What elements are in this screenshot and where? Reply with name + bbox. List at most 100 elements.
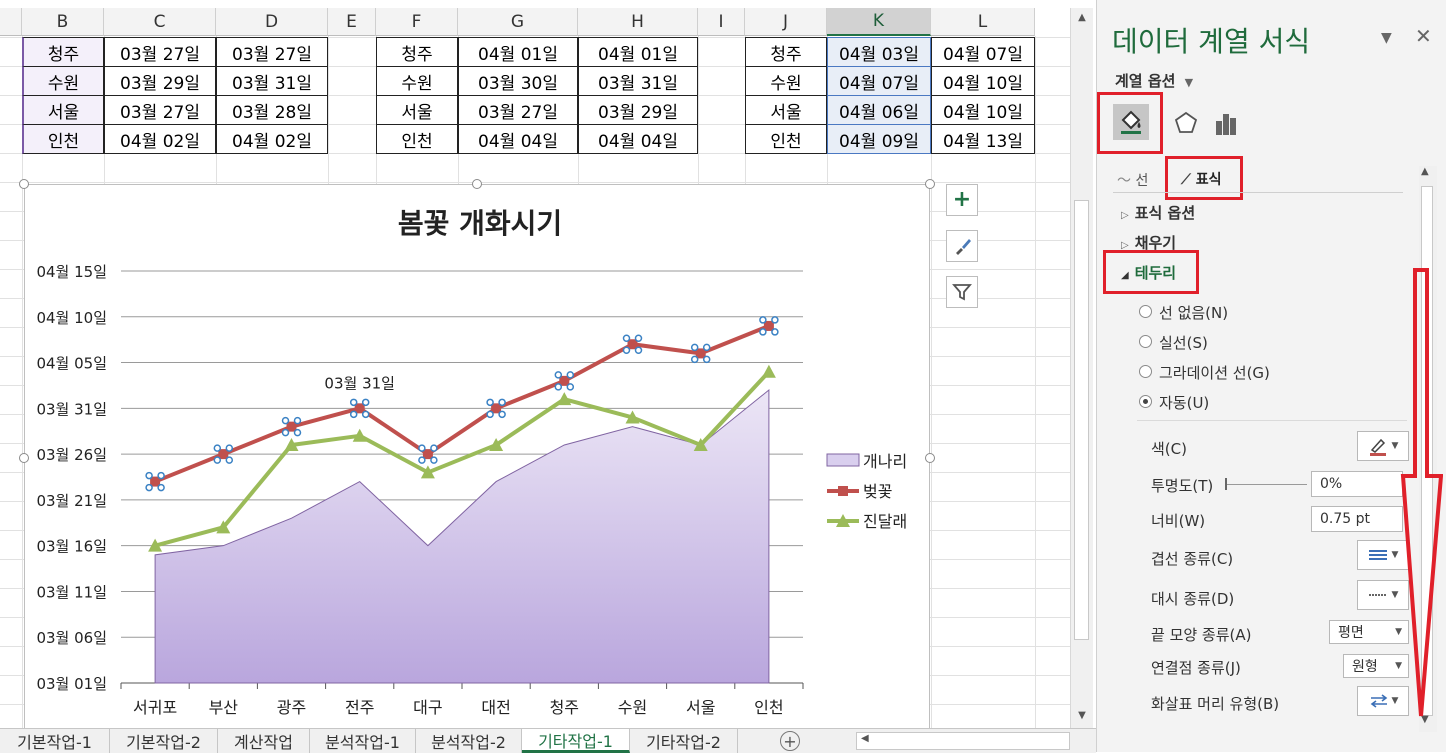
date-cell[interactable]: 04월 06일: [827, 95, 931, 125]
line-subtab[interactable]: 〜 선: [1117, 170, 1148, 190]
date-cell[interactable]: 04월 04일: [578, 124, 698, 154]
date-cell[interactable]: 03월 30일: [458, 66, 578, 96]
x-tick-label: 청주: [550, 698, 579, 717]
chart-styles-button[interactable]: [946, 230, 978, 262]
radio-icon[interactable]: [1139, 305, 1152, 318]
date-cell[interactable]: 03월 31일: [578, 66, 698, 96]
chart-area[interactable]: 봄꽃 개화시기 04월 15일 04월 10일 04월 05일 03월 31일 03월 2…: [24, 184, 930, 728]
chart-resize-handle[interactable]: [925, 179, 935, 189]
date-cell[interactable]: 04월 01일: [458, 37, 578, 67]
series-options-label: 계열 옵션: [1115, 72, 1176, 90]
red-down-arrow-annotation: [1400, 268, 1443, 717]
chart-resize-handle[interactable]: [472, 179, 482, 189]
date-cell[interactable]: 03월 29일: [578, 95, 698, 125]
dropdown-chevron-icon: ▼: [1184, 76, 1194, 89]
point-handle: [486, 398, 494, 407]
sheet-tab[interactable]: 분석작업-1: [310, 729, 416, 753]
date-cell[interactable]: 03월 27일: [458, 95, 578, 125]
date-cell[interactable]: 03월 27일: [104, 37, 216, 67]
date-cell[interactable]: 04월 02일: [216, 124, 328, 154]
point-handle: [566, 383, 575, 391]
column-header-d[interactable]: D: [216, 8, 328, 36]
scroll-down-arrow-icon[interactable]: ▼: [1075, 710, 1089, 724]
row-label-cell[interactable]: 수원: [22, 66, 104, 96]
date-cell[interactable]: 04월 10일: [931, 95, 1035, 125]
transparency-input[interactable]: 0%: [1311, 471, 1403, 497]
row-label-cell[interactable]: 청주: [745, 37, 827, 67]
row-label-cell[interactable]: 서울: [22, 95, 104, 125]
column-header-c[interactable]: C: [104, 8, 216, 36]
chart-elements-button[interactable]: +: [946, 184, 978, 216]
row-label-cell[interactable]: 청주: [376, 37, 458, 67]
date-cell[interactable]: 03월 31일: [216, 66, 328, 96]
date-cell[interactable]: 04월 13일: [931, 124, 1035, 154]
chart-resize-handle[interactable]: [19, 453, 29, 463]
column-header-b[interactable]: B: [22, 8, 104, 36]
horizontal-scrollbar[interactable]: ◀: [856, 732, 1070, 750]
sheet-tab[interactable]: 기본작업-1: [0, 729, 110, 753]
date-cell[interactable]: 04월 01일: [578, 37, 698, 67]
scroll-left-arrow-icon[interactable]: ◀: [861, 733, 869, 744]
row-label-cell[interactable]: 수원: [745, 66, 827, 96]
scroll-thumb[interactable]: [1074, 200, 1089, 640]
column-header-j[interactable]: J: [745, 8, 827, 36]
date-cell[interactable]: 03월 28일: [216, 95, 328, 125]
date-cell[interactable]: 04월 02일: [104, 124, 216, 154]
date-cell[interactable]: 04월 07일: [931, 37, 1035, 67]
series-options-tab[interactable]: [1209, 106, 1243, 140]
date-cell[interactable]: 04월 04일: [458, 124, 578, 154]
point-handle: [293, 416, 302, 425]
row-label-cell[interactable]: 인천: [22, 124, 104, 154]
chart-filters-button[interactable]: [946, 276, 978, 308]
column-header-g[interactable]: G: [458, 8, 578, 36]
date-cell[interactable]: 04월 07일: [827, 66, 931, 96]
radio-icon[interactable]: [1139, 365, 1152, 378]
scroll-up-arrow-icon[interactable]: ▲: [1421, 166, 1429, 177]
date-cell[interactable]: 03월 29일: [104, 66, 216, 96]
column-header-e[interactable]: E: [328, 8, 376, 36]
chart-resize-handle[interactable]: [19, 179, 29, 189]
effects-tab[interactable]: [1169, 106, 1203, 140]
scroll-up-arrow-icon[interactable]: ▲: [1075, 12, 1089, 26]
row-label-cell[interactable]: 서울: [376, 95, 458, 125]
date-cell[interactable]: 03월 27일: [216, 37, 328, 67]
sheet-tab[interactable]: 기타작업-1: [522, 729, 630, 753]
radio-icon[interactable]: [1139, 395, 1152, 408]
fill-line-tab[interactable]: [1113, 104, 1149, 140]
marker-subtab[interactable]: ⟋ 표식: [1181, 169, 1221, 189]
paint-bucket-icon: [1121, 110, 1141, 134]
chart-resize-handle[interactable]: [925, 453, 935, 463]
series-options-dropdown[interactable]: 계열 옵션 ▼: [1115, 70, 1193, 91]
sheet-tab[interactable]: 기본작업-2: [110, 729, 218, 753]
date-cell[interactable]: 03월 27일: [104, 95, 216, 125]
radio-icon[interactable]: [1139, 335, 1152, 348]
row-label-cell[interactable]: 청주: [22, 37, 104, 67]
point-handle: [690, 355, 699, 364]
row-label-cell[interactable]: 인천: [745, 124, 827, 154]
date-cell[interactable]: 04월 09일: [827, 124, 931, 154]
column-header-f[interactable]: F: [376, 8, 458, 36]
row-label-cell[interactable]: 인천: [376, 124, 458, 154]
marker-options-section[interactable]: ▷ 표식 옵션: [1121, 202, 1195, 223]
pane-options-chevron-icon[interactable]: ▼: [1381, 30, 1392, 46]
y-tick-label: 04월 15일: [36, 263, 107, 281]
sheet-tab[interactable]: 분석작업-2: [416, 729, 522, 753]
double-arrow-icon: [1370, 694, 1387, 708]
column-header-l[interactable]: L: [931, 8, 1035, 36]
date-cell[interactable]: 04월 10일: [931, 66, 1035, 96]
row-label-cell[interactable]: 서울: [745, 95, 827, 125]
add-sheet-icon[interactable]: +: [780, 731, 800, 751]
column-header-i[interactable]: I: [698, 8, 745, 36]
sheet-vertical-scrollbar[interactable]: ▲ ▼: [1070, 8, 1093, 728]
sheet-tab[interactable]: 기타작업-2: [630, 729, 738, 753]
worksheet[interactable]: BCDEFGHIJKL 청주 03월 27일 03월 27일 수원 03월 29일 03월…: [0, 0, 1070, 728]
sheet-tab[interactable]: 계산작업: [218, 729, 310, 753]
date-cell[interactable]: 04월 03일: [827, 37, 931, 67]
column-header-h[interactable]: H: [578, 8, 698, 36]
column-header-k[interactable]: K: [827, 8, 931, 36]
border-section[interactable]: ◢ 테두리: [1121, 262, 1176, 283]
close-icon[interactable]: ✕: [1415, 24, 1432, 48]
transparency-slider-track[interactable]: [1227, 484, 1307, 485]
row-label-cell[interactable]: 수원: [376, 66, 458, 96]
width-input[interactable]: 0.75 pt: [1311, 506, 1403, 532]
